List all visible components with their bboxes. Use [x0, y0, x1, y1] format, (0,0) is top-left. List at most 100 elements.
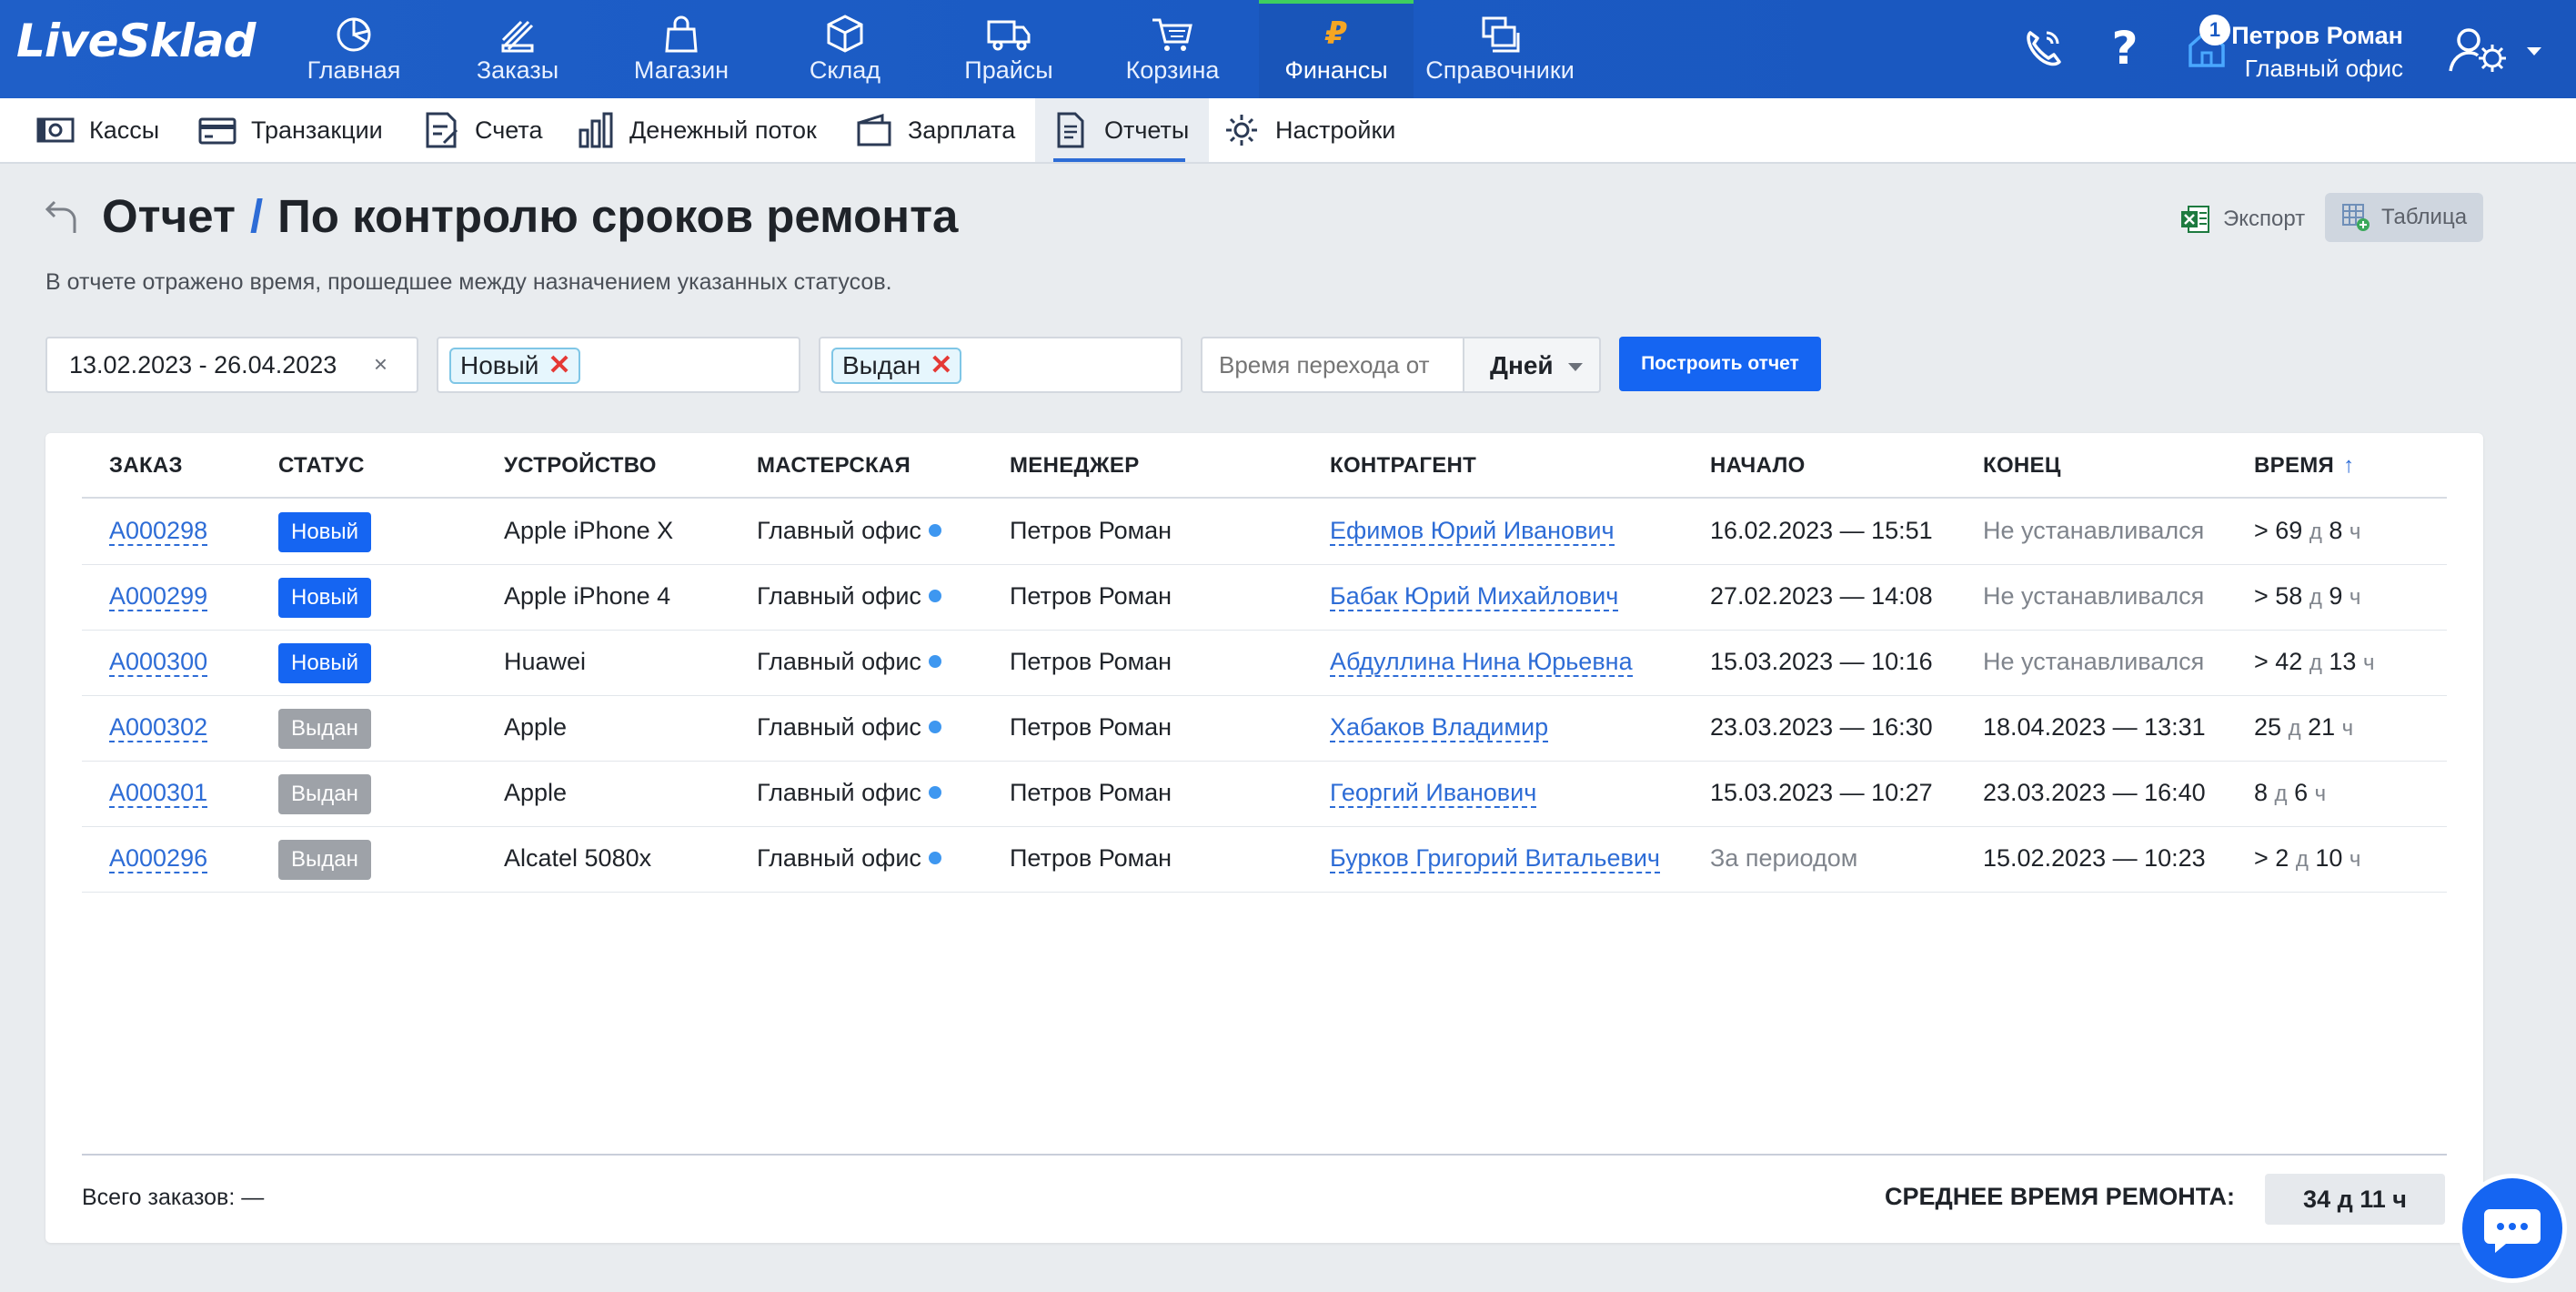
contractor-link[interactable]: Абдуллина Нина Юрьевна [1330, 648, 1633, 677]
time-unit-value: Дней [1490, 351, 1554, 379]
subnav-item-settings[interactable]: Настройки [1223, 98, 1395, 162]
device-cell: Apple iPhone 4 [504, 582, 671, 610]
pie-chart-icon [337, 17, 371, 52]
contractor-cell: Георгий Иванович [1330, 779, 1537, 808]
order-link[interactable]: A000299 [109, 582, 208, 611]
build-report-button[interactable]: Построить отчет [1619, 337, 1821, 391]
subnav-item-accounts[interactable]: Счета [422, 98, 542, 162]
contractor-link[interactable]: Хабаков Владимир [1330, 713, 1549, 742]
time-days: 25 [2254, 713, 2282, 741]
workshop-cell: Главный офис [757, 844, 941, 873]
user-settings-icon[interactable] [2445, 16, 2514, 80]
sort-arrow-icon[interactable]: ↑ [2343, 453, 2354, 478]
time-day-unit: д [2309, 520, 2322, 544]
remove-chip-icon[interactable]: ✕ [930, 352, 952, 379]
workshop-name: Главный офис [757, 517, 921, 544]
nav-item-directories[interactable]: Справочники [1423, 0, 1577, 98]
date-range-field[interactable]: 13.02.2023 - 26.04.2023 × [45, 337, 418, 393]
clear-date-icon[interactable]: × [374, 350, 387, 379]
order-link[interactable]: A000296 [109, 844, 208, 873]
end-cell: Не устанавливался [1983, 517, 2205, 544]
contractor-link[interactable]: Бабак Юрий Михайлович [1330, 582, 1619, 611]
col-header-order[interactable]: ЗАКАЗ [109, 453, 183, 479]
directories-icon [1482, 16, 1520, 53]
user-name[interactable]: Петров Роман [2231, 22, 2403, 50]
chevron-down-icon[interactable] [2525, 45, 2543, 58]
col-header-status[interactable]: СТАТУС [278, 453, 365, 479]
time-unit-select[interactable]: Дней [1463, 337, 1601, 393]
remove-chip-icon[interactable]: ✕ [548, 352, 570, 379]
time-days: 2 [2275, 844, 2289, 872]
status-badge: Выдан [278, 840, 371, 880]
status-to-select[interactable]: Выдан ✕ [819, 337, 1182, 393]
nav-item-cart[interactable]: Корзина [1095, 0, 1250, 98]
back-icon[interactable] [42, 197, 82, 237]
time-hour-unit: ч [2349, 520, 2361, 544]
order-cell: A000298 [109, 517, 208, 546]
order-link[interactable]: A000302 [109, 713, 208, 742]
col-header-contractor[interactable]: КОНТРАГЕНТ [1330, 453, 1476, 479]
avg-repair-time-value: 34 д 11 ч [2265, 1174, 2445, 1225]
footer-divider [82, 1154, 2447, 1156]
status-from-select[interactable]: Новый ✕ [437, 337, 800, 393]
chat-button[interactable] [2458, 1174, 2567, 1283]
nav-item-shop[interactable]: Магазин [604, 0, 759, 98]
subnav-item-cashflow[interactable]: Денежный поток [577, 98, 817, 162]
workshop-name: Главный офис [757, 844, 921, 872]
nav-item-finance[interactable]: ₽ Финансы [1259, 0, 1414, 98]
order-link[interactable]: A000298 [109, 517, 208, 546]
contractor-link[interactable]: Бурков Григорий Витальевич [1330, 844, 1660, 873]
order-link[interactable]: A000301 [109, 779, 208, 808]
cart-icon [1152, 18, 1192, 51]
user-office[interactable]: Главный офис [2245, 55, 2403, 83]
subnav-item-cashboxes[interactable]: Кассы [36, 98, 159, 162]
subnav-label: Кассы [89, 116, 160, 144]
time-cell: > 42 д 13 ч [2254, 648, 2374, 676]
table-button[interactable]: Таблица [2325, 193, 2483, 242]
export-label: Экспорт [2223, 207, 2306, 231]
col-header-time[interactable]: ВРЕМЯ ↑ [2254, 453, 2354, 479]
table-row[interactable]: A000298 Новый Apple iPhone X Главный офис Пе… [82, 499, 2447, 565]
table-row[interactable]: A000300 Новый Huawei Главный офис Петров Ром… [82, 630, 2447, 696]
order-link[interactable]: A000300 [109, 648, 208, 677]
table-row[interactable]: A000302 Выдан Apple Главный офис Петров Рома… [82, 695, 2447, 762]
time-day-unit: д [2295, 847, 2309, 872]
contractor-link[interactable]: Георгий Иванович [1330, 779, 1537, 808]
report-card: ЗАКАЗ СТАТУС УСТРОЙСТВО МАСТЕРСКАЯ МЕНЕД… [45, 433, 2483, 1243]
workshop-name: Главный офис [757, 648, 921, 675]
contractor-cell: Бурков Григорий Витальевич [1330, 844, 1660, 873]
table-row[interactable]: A000296 Выдан Alcatel 5080x Главный офис Пет… [82, 826, 2447, 893]
col-header-end[interactable]: КОНЕЦ [1983, 453, 2061, 479]
nav-item-orders[interactable]: Заказы [440, 0, 595, 98]
title-separator: / [249, 190, 264, 242]
export-button[interactable]: Экспорт [2179, 198, 2305, 240]
time-cell: 8 д 6 ч [2254, 779, 2326, 807]
nav-label: Справочники [1425, 56, 1575, 84]
col-header-workshop[interactable]: МАСТЕРСКАЯ [757, 453, 911, 479]
device-cell: Huawei [504, 648, 587, 675]
nav-item-warehouse[interactable]: Склад [768, 0, 922, 98]
nav-item-prices[interactable]: Прайсы [931, 0, 1086, 98]
status-chip-issued: Выдан ✕ [831, 348, 962, 384]
nav-label: Магазин [633, 56, 730, 84]
col-header-manager[interactable]: МЕНЕДЖЕР [1010, 453, 1140, 479]
table-row[interactable]: A000301 Выдан Apple Главный офис Петров Рома… [82, 761, 2447, 827]
manager-cell: Петров Роман [1010, 582, 1172, 610]
start-cell: 23.03.2023 — 16:30 [1710, 713, 1933, 741]
phone-icon[interactable] [2018, 20, 2068, 75]
logo[interactable]: LiveSklad [16, 15, 256, 67]
time-hour-unit: ч [2314, 782, 2327, 806]
table-row[interactable]: A000299 Новый Apple iPhone 4 Главный офис Пе… [82, 564, 2447, 631]
subnav-item-transactions[interactable]: Транзакции [198, 98, 383, 162]
time-prefix: > [2254, 648, 2276, 675]
col-header-start[interactable]: НАЧАЛО [1710, 453, 1806, 479]
contractor-link[interactable]: Ефимов Юрий Иванович [1330, 517, 1615, 546]
subnav-item-salary[interactable]: Зарплата [855, 98, 1015, 162]
box-icon [827, 15, 863, 53]
col-header-device[interactable]: УСТРОЙСТВО [504, 453, 657, 479]
help-icon[interactable]: ? [2099, 20, 2150, 75]
nav-item-home[interactable]: Главная [277, 0, 431, 98]
chip-label: Выдан [842, 351, 921, 379]
subnav-item-reports[interactable]: Отчеты [1035, 98, 1210, 162]
transition-time-input[interactable] [1201, 337, 1464, 393]
